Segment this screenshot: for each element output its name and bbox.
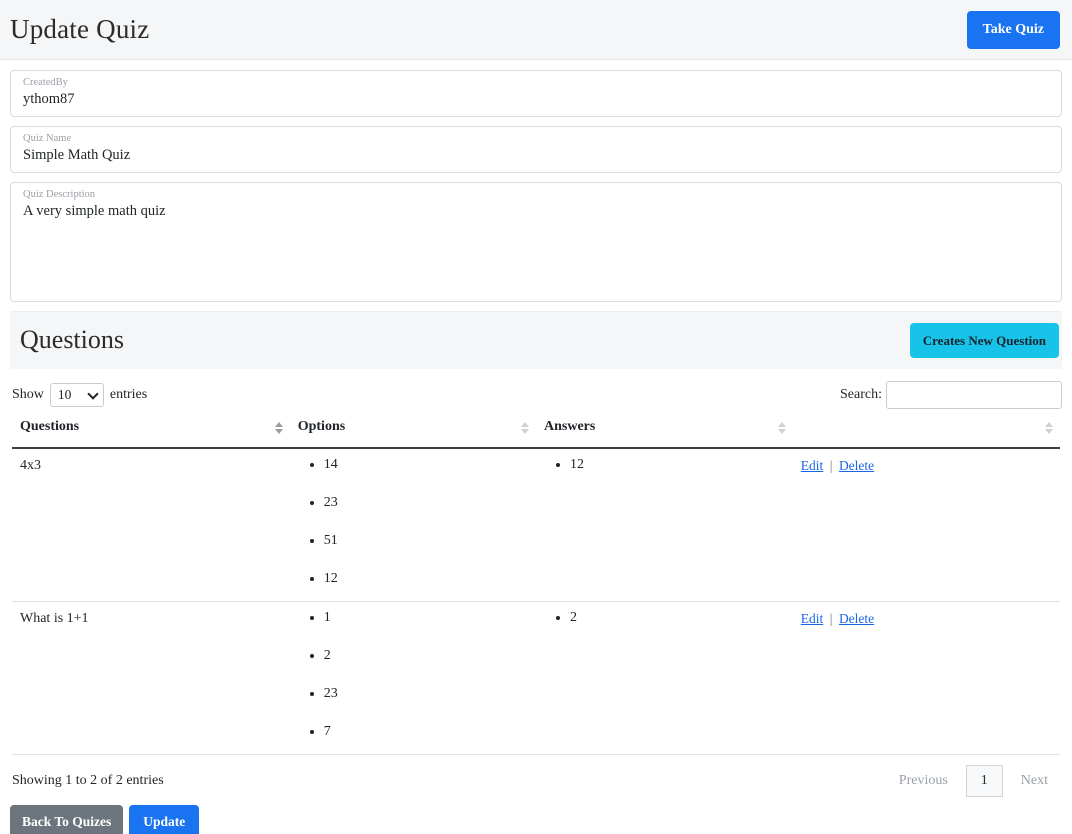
list-item: 12 bbox=[324, 571, 528, 586]
edit-link[interactable]: Edit bbox=[801, 458, 824, 473]
column-label-questions: Questions bbox=[20, 418, 80, 434]
column-header-options[interactable]: Options bbox=[289, 418, 536, 449]
pagination: Previous 1 Next bbox=[887, 764, 1060, 797]
cell-question: 4x3 bbox=[12, 447, 290, 602]
search-label: Search: bbox=[840, 386, 882, 402]
column-label-options: Options bbox=[297, 418, 346, 434]
table-head: Questions Options Answers bbox=[12, 418, 1060, 449]
page-title: Update Quiz bbox=[10, 14, 150, 44]
list-item: 2 bbox=[570, 610, 785, 625]
quiz-description-value: A very simple math quiz bbox=[23, 202, 166, 219]
column-header-actions[interactable] bbox=[792, 418, 1060, 449]
cell-options: 1 2 23 7 bbox=[289, 601, 536, 755]
page-header: Update Quiz Take Quiz bbox=[0, 0, 1072, 60]
answers-list: 12 bbox=[544, 457, 785, 472]
create-new-question-button[interactable]: Creates New Question bbox=[909, 322, 1059, 358]
update-button[interactable]: Update bbox=[129, 804, 200, 834]
page-number-1[interactable]: 1 bbox=[965, 764, 1003, 797]
previous-page-button[interactable]: Previous bbox=[887, 768, 960, 794]
datatable-footer: Showing 1 to 2 of 2 entries Previous 1 N… bbox=[0, 755, 1072, 797]
action-separator: | bbox=[829, 457, 833, 473]
cell-answers: 2 bbox=[535, 601, 793, 755]
table-row: What is 1+1 1 2 23 7 2 Edit | bbox=[12, 601, 1060, 755]
answers-list: 2 bbox=[544, 610, 785, 625]
delete-link[interactable]: Delete bbox=[839, 458, 874, 473]
column-header-answers[interactable]: Answers bbox=[535, 418, 793, 449]
options-list: 14 23 51 12 bbox=[298, 457, 528, 586]
created-by-field[interactable]: CreatedBy ythom87 bbox=[10, 70, 1062, 117]
sort-arrows-icon[interactable] bbox=[777, 421, 787, 436]
cell-options: 14 23 51 12 bbox=[289, 447, 536, 602]
sort-arrows-icon[interactable] bbox=[274, 421, 284, 436]
quiz-description-field[interactable]: Quiz Description A very simple math quiz bbox=[10, 181, 1062, 302]
created-by-value: ythom87 bbox=[23, 91, 75, 108]
show-label: Show bbox=[12, 386, 44, 402]
cell-answers: 12 bbox=[535, 447, 793, 602]
delete-link[interactable]: Delete bbox=[839, 611, 874, 626]
next-page-button[interactable]: Next bbox=[1009, 768, 1060, 794]
quiz-name-value: Simple Math Quiz bbox=[23, 146, 131, 163]
list-item: 12 bbox=[570, 457, 785, 472]
list-item: 2 bbox=[324, 648, 528, 663]
page-length-control: Show 10 entries bbox=[12, 382, 148, 407]
questions-section-header: Questions Creates New Question bbox=[10, 310, 1062, 369]
search-input[interactable] bbox=[886, 380, 1062, 409]
table-info: Showing 1 to 2 of 2 entries bbox=[12, 772, 164, 788]
questions-table: Questions Options Answers 4x3 • 14 • 23 … bbox=[12, 418, 1060, 755]
list-item: 51 bbox=[324, 533, 528, 548]
edit-link[interactable]: Edit bbox=[801, 611, 824, 626]
back-to-quizes-button[interactable]: Back To Quizes bbox=[10, 804, 124, 834]
table-body: 4x3 14 23 51 12 12 Edit | bbox=[12, 447, 1060, 755]
table-header-row: Questions Options Answers bbox=[12, 418, 1060, 449]
cell-actions: Edit | Delete bbox=[792, 447, 1060, 602]
sort-arrows-icon[interactable] bbox=[520, 421, 530, 436]
list-item: 7 bbox=[324, 724, 528, 739]
chevron-down-icon bbox=[87, 388, 99, 400]
page-length-value: 10 bbox=[57, 386, 72, 402]
list-item: 14 bbox=[324, 457, 528, 472]
cell-question: What is 1+1 bbox=[12, 601, 290, 755]
bottom-actions: Back To Quizes Update bbox=[0, 797, 1072, 834]
action-separator: | bbox=[829, 610, 833, 626]
options-list: 1 2 23 7 bbox=[298, 610, 528, 739]
take-quiz-button[interactable]: Take Quiz bbox=[966, 10, 1060, 49]
quiz-form: CreatedBy ythom87 Quiz Name Simple Math … bbox=[0, 60, 1072, 302]
sort-arrows-icon[interactable] bbox=[1045, 421, 1054, 436]
search-control: Search: bbox=[840, 380, 1062, 409]
table-row: 4x3 14 23 51 12 12 Edit | bbox=[12, 447, 1060, 602]
cell-actions: Edit | Delete bbox=[792, 601, 1060, 755]
list-item: 23 bbox=[324, 495, 528, 510]
column-label-answers: Answers bbox=[543, 418, 596, 434]
questions-title: Questions bbox=[20, 325, 124, 355]
page-length-select[interactable]: 10 bbox=[49, 382, 104, 407]
update-quiz-page: Update Quiz Take Quiz CreatedBy ythom87 … bbox=[0, 0, 1072, 834]
datatable-controls: Show 10 entries Search: bbox=[0, 369, 1072, 409]
quiz-name-field[interactable]: Quiz Name Simple Math Quiz bbox=[10, 125, 1062, 173]
quiz-description-label: Quiz Description bbox=[23, 188, 96, 200]
entries-label: entries bbox=[109, 386, 148, 402]
quiz-name-label: Quiz Name bbox=[23, 132, 72, 144]
list-item: 23 bbox=[324, 686, 528, 701]
list-item: 1 bbox=[324, 610, 528, 625]
column-header-questions[interactable]: Questions bbox=[12, 418, 290, 449]
created-by-label: CreatedBy bbox=[23, 77, 68, 88]
